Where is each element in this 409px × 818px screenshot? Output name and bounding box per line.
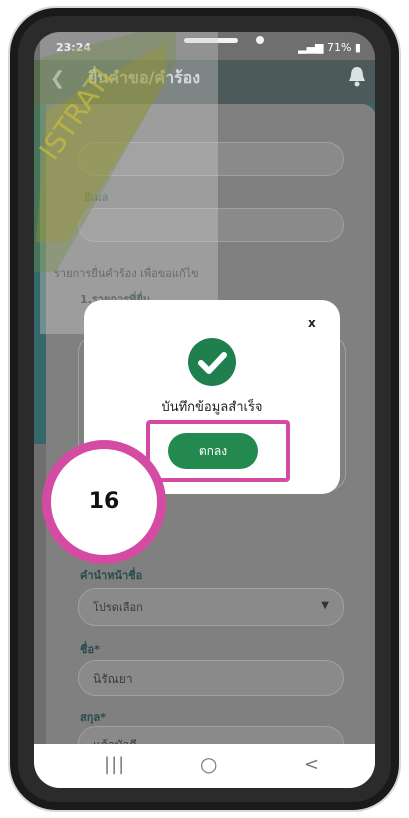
- title-prefix-placeholder: โปรดเลือก: [93, 601, 143, 614]
- back-nav-icon[interactable]: <: [304, 754, 319, 775]
- home-icon[interactable]: ○: [200, 752, 217, 776]
- highlight-box: [146, 420, 290, 482]
- first-name-label: ชื่อ*: [80, 643, 100, 656]
- success-message: บันทึกข้อมูลสำเร็จ: [161, 400, 263, 415]
- chevron-down-icon: ▼: [321, 600, 329, 611]
- signal-icon: ▂▄▆: [298, 41, 327, 54]
- title-prefix-select[interactable]: โปรดเลือก ▼: [78, 588, 344, 626]
- camera-dot: [256, 36, 264, 44]
- step-number: 16: [51, 449, 157, 555]
- close-icon[interactable]: x: [308, 316, 316, 330]
- step-marker: 16: [42, 440, 166, 564]
- recent-apps-icon[interactable]: |||: [104, 754, 125, 775]
- phone-screen: 23:24 ▂▄▆ 71% ▮ ❮ ยื่นคำขอ/คำร้อง อีเมล …: [34, 32, 375, 788]
- battery-percent: 71%: [326, 41, 352, 54]
- first-name-field[interactable]: นิรัณยา: [78, 660, 344, 696]
- check-circle-icon: [188, 338, 236, 386]
- battery-icon: ▮: [351, 41, 361, 54]
- title-prefix-label: คำนำหน้าชื่อ: [80, 569, 143, 582]
- battery-status: ▂▄▆ 71% ▮: [298, 41, 361, 54]
- watermark-seal: ISTRATI: [34, 32, 176, 272]
- android-nav-bar: ||| ○ <: [34, 744, 375, 788]
- bell-icon[interactable]: [346, 64, 368, 88]
- last-name-label: สกุล*: [80, 711, 106, 724]
